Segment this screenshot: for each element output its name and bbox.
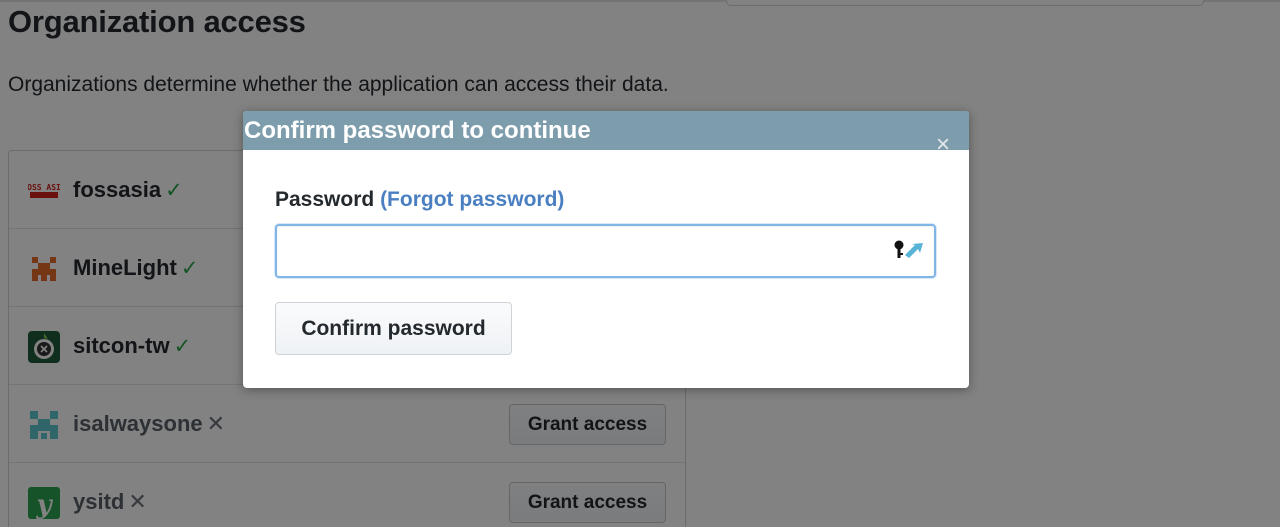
password-label-text: Password <box>275 188 375 211</box>
password-field[interactable] <box>275 224 936 278</box>
forgot-password-link[interactable]: (Forgot password) <box>380 188 564 211</box>
password-manager-key-icon[interactable] <box>893 237 931 261</box>
confirm-password-button[interactable]: Confirm password <box>275 302 512 355</box>
password-label: Password (Forgot password) <box>275 185 564 215</box>
dialog-title: Confirm password to continue <box>244 117 591 144</box>
close-icon[interactable]: × <box>931 133 955 157</box>
confirm-password-dialog: Confirm password to continue × Password … <box>243 111 969 388</box>
dialog-header: Confirm password to continue <box>243 111 969 150</box>
